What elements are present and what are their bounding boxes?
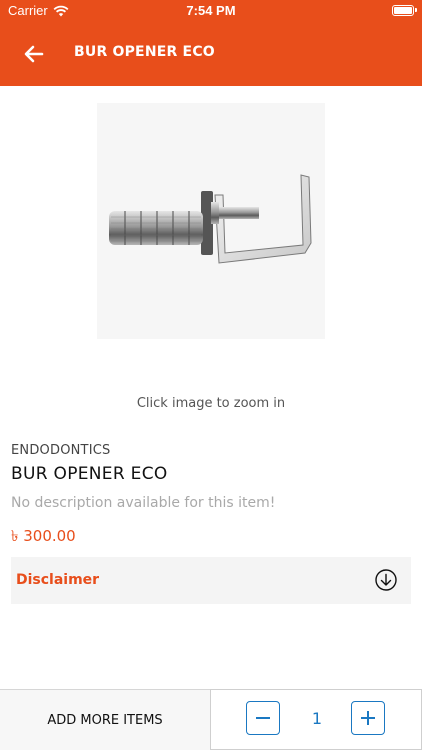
nav-bar: BUR OPENER ECO [0,22,422,86]
plus-icon [361,711,375,725]
product-name: BUR OPENER ECO [11,464,168,484]
product-description: No description available for this item! [11,495,276,511]
product-category: ENDODONTICS [11,443,111,458]
circle-arrow-down-icon [375,569,397,591]
page-title: BUR OPENER ECO [74,44,215,60]
status-bar: Carrier 7:54 PM [0,0,422,22]
quantity-stepper: 1 [210,689,422,750]
quantity-value: 1 [311,709,323,728]
add-more-items-button[interactable]: ADD MORE ITEMS [0,690,210,750]
disclaimer-label: Disclaimer [16,572,100,588]
bottom-bar: ADD MORE ITEMS 1 [0,689,422,750]
zoom-hint: Click image to zoom in [136,396,286,411]
status-time: 7:54 PM [186,3,236,18]
increment-button[interactable] [351,701,385,735]
battery-icon [392,5,417,16]
minus-icon [256,717,270,719]
bur-opener-image [97,103,325,339]
product-image[interactable] [97,103,325,339]
product-price: ৳ 300.00 [11,527,76,545]
back-button[interactable] [20,40,48,68]
arrow-left-icon [24,45,44,63]
disclaimer-row[interactable]: Disclaimer [11,557,411,604]
decrement-button[interactable] [246,701,280,735]
